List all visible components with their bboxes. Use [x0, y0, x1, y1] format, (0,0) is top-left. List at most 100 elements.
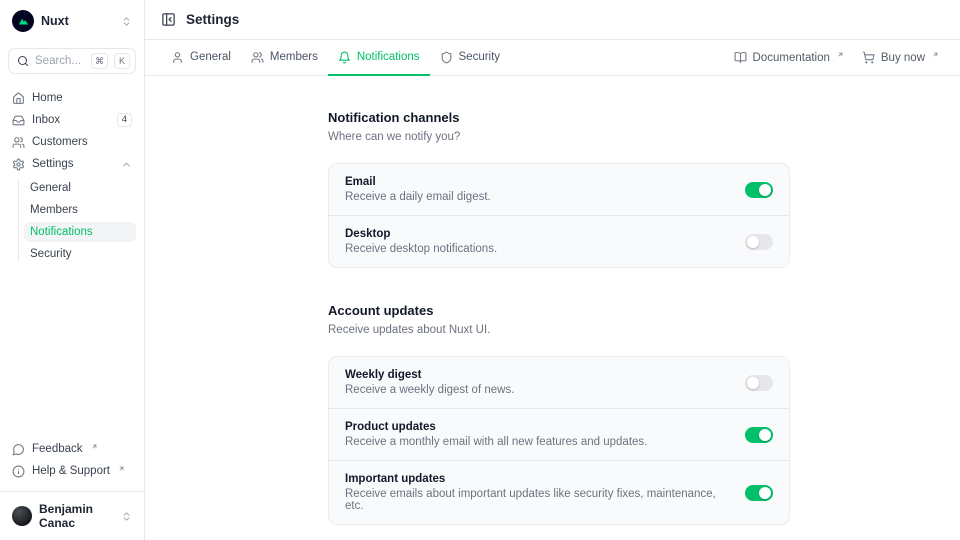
- setting-row-important-updates: Important updates Receive emails about i…: [329, 460, 789, 524]
- documentation-link[interactable]: Documentation: [725, 40, 853, 75]
- cart-icon: [862, 51, 875, 64]
- setting-description: Receive desktop notifications.: [345, 243, 729, 255]
- settings-content: Notification channels Where can we notif…: [145, 76, 960, 540]
- desktop-toggle[interactable]: [745, 234, 773, 250]
- setting-title: Desktop: [345, 228, 729, 240]
- sidebar-item-label: Home: [32, 92, 132, 104]
- external-link-icon: [932, 51, 939, 58]
- tab-security[interactable]: Security: [430, 40, 511, 76]
- user-icon: [171, 51, 184, 64]
- tab-label: Notifications: [357, 51, 420, 63]
- book-icon: [734, 51, 747, 64]
- link-label: Documentation: [753, 52, 830, 64]
- sidebar-footer: Feedback Help & Support Benjamin Canac: [8, 439, 136, 532]
- workspace-name: Nuxt: [41, 14, 114, 28]
- email-toggle[interactable]: [745, 182, 773, 198]
- setting-title: Weekly digest: [345, 369, 729, 381]
- sidebar-item-general[interactable]: General: [24, 178, 136, 198]
- setting-row-weekly-digest: Weekly digest Receive a weekly digest of…: [329, 357, 789, 408]
- shield-icon: [440, 51, 453, 64]
- toggle-knob: [747, 236, 759, 248]
- sidebar-item-inbox[interactable]: Inbox 4: [8, 110, 136, 130]
- sidebar-item-security[interactable]: Security: [24, 244, 136, 264]
- link-label: Buy now: [881, 52, 925, 64]
- setting-description: Receive a weekly digest of news.: [345, 384, 729, 396]
- sub-item-label: General: [30, 182, 71, 194]
- nuxt-logo-icon: [12, 10, 34, 32]
- tab-label: General: [190, 51, 231, 63]
- search-icon: [17, 55, 29, 67]
- setting-title: Important updates: [345, 473, 729, 485]
- message-icon: [12, 443, 25, 456]
- spacer: [510, 40, 724, 75]
- tab-label: Security: [459, 51, 501, 63]
- main-area: Settings General Members Notifications S…: [145, 0, 960, 540]
- inbox-count-badge: 4: [117, 113, 132, 127]
- tab-members[interactable]: Members: [241, 40, 328, 76]
- info-icon: [12, 465, 25, 478]
- setting-description: Receive emails about important updates l…: [345, 488, 729, 512]
- settings-subnav: General Members Notifications Security: [8, 178, 136, 264]
- product-updates-toggle[interactable]: [745, 427, 773, 443]
- buy-now-link[interactable]: Buy now: [853, 40, 948, 75]
- setting-description: Receive a daily email digest.: [345, 191, 729, 203]
- search-placeholder: Search...: [35, 55, 85, 67]
- settings-card: Email Receive a daily email digest. Desk…: [328, 163, 790, 268]
- feedback-label: Feedback: [32, 443, 83, 455]
- user-menu[interactable]: Benjamin Canac: [8, 502, 136, 532]
- external-link-icon: [837, 51, 844, 58]
- sidebar-item-notifications[interactable]: Notifications: [24, 222, 136, 242]
- help-support-link[interactable]: Help & Support: [8, 461, 136, 481]
- external-link-icon: [91, 443, 98, 450]
- avatar: [12, 506, 32, 526]
- settings-card: Weekly digest Receive a weekly digest of…: [328, 356, 790, 525]
- divider: [0, 491, 144, 492]
- section-account-updates: Account updates Receive updates about Nu…: [328, 303, 790, 525]
- tab-notifications[interactable]: Notifications: [328, 40, 430, 76]
- tab-general[interactable]: General: [161, 40, 241, 76]
- sidebar-item-members[interactable]: Members: [24, 200, 136, 220]
- setting-row-email: Email Receive a daily email digest.: [329, 164, 789, 215]
- feedback-link[interactable]: Feedback: [8, 439, 136, 459]
- weekly-digest-toggle[interactable]: [745, 375, 773, 391]
- home-icon: [12, 92, 25, 105]
- toggle-knob: [759, 487, 771, 499]
- page-header: Settings: [145, 0, 960, 40]
- setting-title: Product updates: [345, 421, 729, 433]
- sidebar-item-label: Customers: [32, 136, 132, 148]
- section-title: Account updates: [328, 303, 790, 318]
- workspace-switcher[interactable]: Nuxt: [8, 8, 136, 34]
- sidebar-nav: Home Inbox 4 Customers Settings Genera: [8, 88, 136, 264]
- sidebar-item-customers[interactable]: Customers: [8, 132, 136, 152]
- bell-icon: [338, 51, 351, 64]
- section-description: Receive updates about Nuxt UI.: [328, 324, 790, 336]
- sidebar: Nuxt Search... ⌘ K Home Inbox 4: [0, 0, 145, 540]
- setting-row-product-updates: Product updates Receive a monthly email …: [329, 408, 789, 460]
- sidebar-item-label: Inbox: [32, 114, 110, 126]
- sidebar-item-settings[interactable]: Settings: [8, 154, 136, 174]
- toggle-knob: [747, 377, 759, 389]
- search-input[interactable]: Search... ⌘ K: [8, 48, 136, 74]
- chevron-up-icon: [121, 159, 132, 170]
- chevrons-up-down-icon: [121, 511, 132, 522]
- external-link-icon: [118, 465, 125, 472]
- kbd-k: K: [114, 53, 130, 69]
- collapse-sidebar-icon[interactable]: [161, 12, 176, 27]
- page-title: Settings: [186, 12, 239, 27]
- section-notification-channels: Notification channels Where can we notif…: [328, 110, 790, 268]
- setting-row-desktop: Desktop Receive desktop notifications.: [329, 215, 789, 267]
- sub-item-label: Notifications: [30, 226, 93, 238]
- toggle-knob: [759, 184, 771, 196]
- sidebar-item-home[interactable]: Home: [8, 88, 136, 108]
- toggle-knob: [759, 429, 771, 441]
- sub-item-label: Members: [30, 204, 78, 216]
- users-icon: [251, 51, 264, 64]
- inbox-icon: [12, 114, 25, 127]
- important-updates-toggle[interactable]: [745, 485, 773, 501]
- gear-icon: [12, 158, 25, 171]
- sub-item-label: Security: [30, 248, 72, 260]
- chevrons-up-down-icon: [121, 16, 132, 27]
- user-name: Benjamin Canac: [39, 502, 114, 530]
- users-icon: [12, 136, 25, 149]
- section-title: Notification channels: [328, 110, 790, 125]
